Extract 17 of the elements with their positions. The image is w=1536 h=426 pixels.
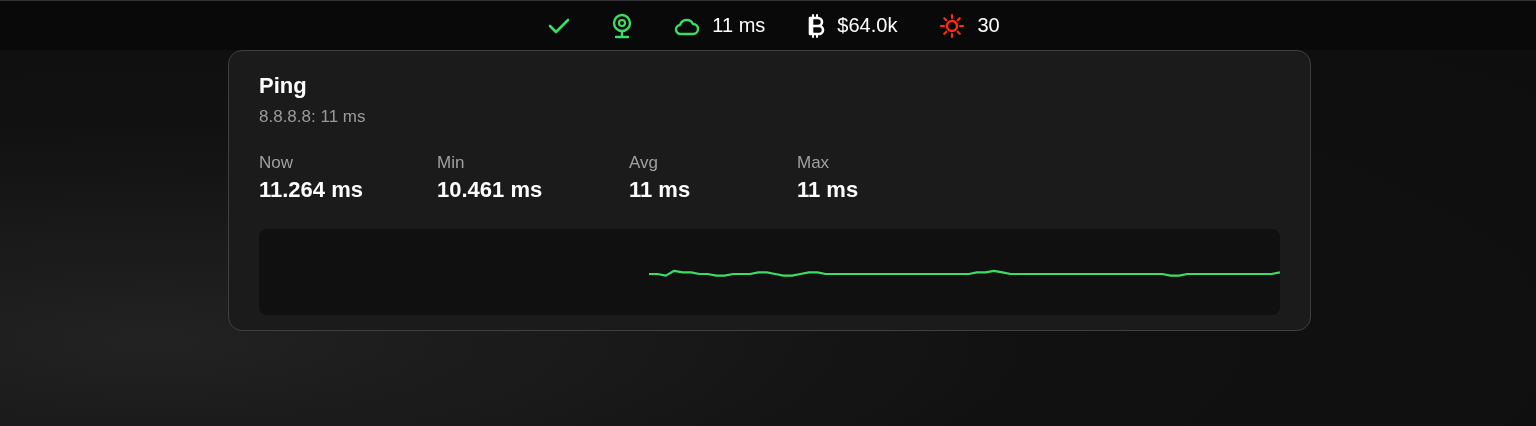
webcam-icon[interactable] bbox=[612, 12, 633, 39]
sun-icon[interactable] bbox=[939, 12, 966, 39]
status-text: 11 ms bbox=[712, 14, 766, 37]
bitcoin-icon[interactable] bbox=[807, 12, 826, 39]
status-text: $64.0k bbox=[837, 14, 898, 37]
stat-value: 11 ms bbox=[797, 177, 860, 203]
stat-value: 10.461 ms bbox=[437, 177, 544, 203]
stat-label: Now bbox=[259, 153, 294, 173]
stat-label: Min bbox=[437, 153, 466, 173]
stat-label: Avg bbox=[629, 153, 659, 173]
stat-value: 11 ms bbox=[629, 177, 692, 203]
status-text: 30 bbox=[977, 14, 1000, 37]
stat-label: Max bbox=[797, 153, 831, 173]
card-subtitle: 8.8.8.8: 11 ms bbox=[259, 107, 367, 127]
card-title: Ping bbox=[259, 73, 308, 99]
stat-value: 11.264 ms bbox=[259, 177, 364, 203]
checkmark-icon[interactable] bbox=[548, 16, 571, 35]
